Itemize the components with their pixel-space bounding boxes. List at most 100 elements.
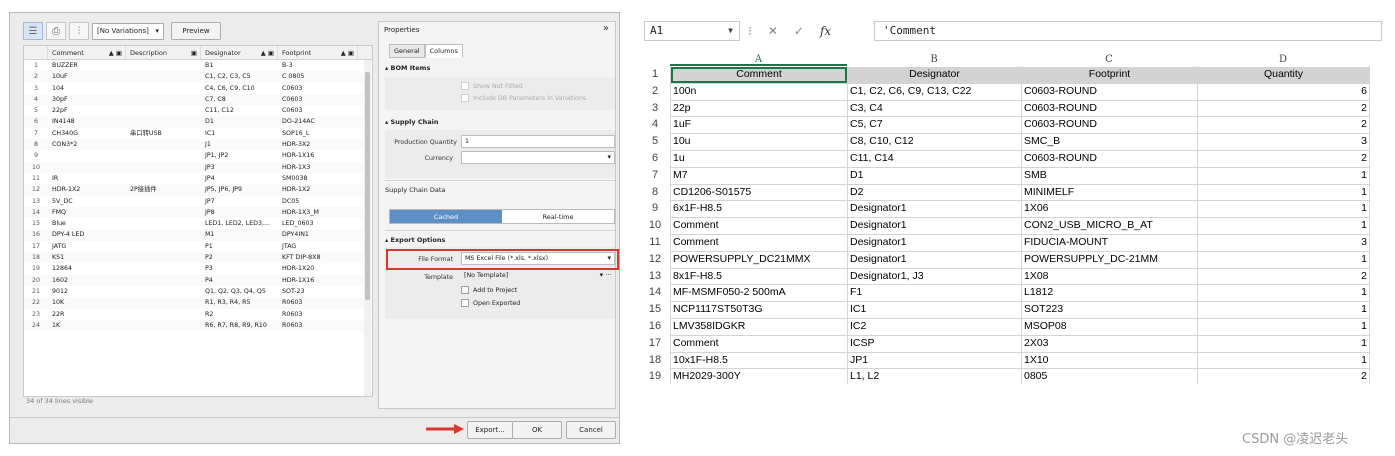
- sheet-cell[interactable]: 2: [1198, 151, 1369, 167]
- cancel-icon[interactable]: ✕: [768, 24, 778, 38]
- table-row[interactable]: 13 5V_DC JP7 DC05: [24, 196, 372, 207]
- enter-icon[interactable]: ✓: [794, 24, 804, 38]
- sheet-cell[interactable]: 1: [1198, 353, 1369, 369]
- sheet-cell[interactable]: 1: [1198, 218, 1369, 234]
- tab-columns[interactable]: Columns: [424, 44, 463, 58]
- export-button[interactable]: Export...: [467, 421, 513, 439]
- table-row[interactable]: 2 10uF C1, C2, C3, C5 C 0805: [24, 71, 372, 83]
- sheet-cell[interactable]: ICSP: [848, 336, 1021, 352]
- table-row[interactable]: 11 IR JP4 SM0038: [24, 173, 372, 184]
- sheet-cell[interactable]: D2: [848, 185, 1021, 201]
- sheet-cell[interactable]: 6x1F-H8.5: [671, 201, 847, 217]
- include-db-checkbox[interactable]: Include DB Parameters in Variations: [461, 94, 586, 102]
- sheet-cell[interactable]: 1: [1198, 168, 1369, 184]
- sheet-cell[interactable]: 1: [1198, 252, 1369, 268]
- row-header[interactable]: 5: [640, 133, 670, 150]
- sheet-cell[interactable]: 0805: [1022, 369, 1197, 384]
- table-row[interactable]: 7 CH340G 串口转USB IC1 SOP16_L: [24, 128, 372, 139]
- table-row[interactable]: 21 9012 Q1, Q2, Q3, Q4, Q5 SOT-23: [24, 286, 372, 297]
- sheet-cell[interactable]: C1, C2, C6, C9, C13, C22: [848, 84, 1021, 100]
- sheet-cell[interactable]: MF-MSMF050-2 500mA: [671, 285, 847, 301]
- table-row[interactable]: 16 DPY-4 LED M1 DPY4IN1: [24, 229, 372, 241]
- row-header[interactable]: 13: [640, 268, 670, 285]
- table-row[interactable]: 9 JP1, JP2 HDR-1X16: [24, 150, 372, 161]
- sheet-cell[interactable]: IC1: [848, 302, 1021, 318]
- column-header-a[interactable]: A: [670, 53, 847, 66]
- table-row[interactable]: 6 IN4148 D1 DO-214AC: [24, 116, 372, 128]
- more-icon[interactable]: ▾ ···: [600, 270, 612, 281]
- tab-general[interactable]: General: [389, 44, 425, 58]
- row-header[interactable]: 19: [640, 368, 670, 384]
- show-not-fitted-checkbox[interactable]: Show Not Fitted: [461, 82, 523, 90]
- sheet-cell[interactable]: C5, C7: [848, 117, 1021, 133]
- sheet-cell[interactable]: 1: [1198, 302, 1369, 318]
- sheet-cell[interactable]: Comment: [671, 67, 847, 83]
- sheet-cell[interactable]: C0603-ROUND: [1022, 101, 1197, 117]
- table-row[interactable]: 22 10K R1, R3, R4, R5 R0603: [24, 297, 372, 309]
- column-header-c[interactable]: C: [1021, 53, 1197, 66]
- sheet-cell[interactable]: 1: [1198, 185, 1369, 201]
- col-description-header[interactable]: Description ▣: [126, 46, 201, 59]
- row-header[interactable]: 1: [640, 66, 670, 83]
- sheet-cell[interactable]: Comment: [671, 218, 847, 234]
- table-row[interactable]: 3 104 C4, C6, C9, C10 C0603: [24, 83, 372, 94]
- row-header[interactable]: 14: [640, 284, 670, 301]
- sheet-cell[interactable]: MINIMELF: [1022, 185, 1197, 201]
- sheet-cell[interactable]: CD1206-S01575: [671, 185, 847, 201]
- sheet-cell[interactable]: POWERSUPPLY_DC-21MM: [1022, 252, 1197, 268]
- function-icon[interactable]: fx: [820, 24, 831, 38]
- grid-view-icon[interactable]: ☰: [23, 22, 43, 40]
- sheet-cell[interactable]: 2X03: [1022, 336, 1197, 352]
- sheet-cell[interactable]: 10u: [671, 134, 847, 150]
- section-supply-chain[interactable]: ▴ Supply Chain: [385, 118, 439, 126]
- sheet-cell[interactable]: SOT223: [1022, 302, 1197, 318]
- sheet-cell[interactable]: Designator1: [848, 201, 1021, 217]
- sheet-cell[interactable]: 1: [1198, 201, 1369, 217]
- sheet-cell[interactable]: JP1: [848, 353, 1021, 369]
- sheet-cell[interactable]: MH2029-300Y: [671, 369, 847, 384]
- file-format-dropdown[interactable]: MS Excel File (*.xls, *.xlsx) ▾: [461, 252, 615, 265]
- sheet-cell[interactable]: IC2: [848, 319, 1021, 335]
- chevron-down-icon[interactable]: ▼: [728, 22, 733, 40]
- sheet-cell[interactable]: M7: [671, 168, 847, 184]
- currency-dropdown[interactable]: ▾: [461, 151, 615, 164]
- sheet-cell[interactable]: FIDUCIA-MOUNT: [1022, 235, 1197, 251]
- sheet-cell[interactable]: L1, L2: [848, 369, 1021, 384]
- table-row[interactable]: 4 30pF C7, C8 C0603: [24, 93, 372, 106]
- formula-input[interactable]: 'Comment: [874, 21, 1382, 41]
- sheet-cell[interactable]: Designator1: [848, 252, 1021, 268]
- row-header[interactable]: 6: [640, 150, 670, 167]
- row-header[interactable]: 17: [640, 335, 670, 352]
- row-header[interactable]: 10: [640, 217, 670, 234]
- col-designator-header[interactable]: Designator ▲ ▣: [201, 46, 278, 59]
- sheet-cell[interactable]: Quantity: [1198, 67, 1369, 83]
- table-row[interactable]: 19 12864 P3 HDR-1X20: [24, 263, 372, 274]
- sheet-cell[interactable]: NCP1117ST50T3G: [671, 302, 847, 318]
- row-header[interactable]: 2: [640, 83, 670, 100]
- sheet-cell[interactable]: 1X08: [1022, 269, 1197, 285]
- col-comment-header[interactable]: Comment ▲ ▣: [48, 46, 126, 59]
- sheet-cell[interactable]: CON2_USB_MICRO_B_AT: [1022, 218, 1197, 234]
- table-row[interactable]: 5 22pF C11, C12 C0603: [24, 105, 372, 116]
- sheet-cell[interactable]: SMC_B: [1022, 134, 1197, 150]
- column-header-b[interactable]: B: [847, 53, 1021, 66]
- section-export-options[interactable]: ▴ Export Options: [385, 236, 445, 244]
- table-row[interactable]: 18 KS1 P2 KFT DIP-8X8: [24, 252, 372, 264]
- sheet-cell[interactable]: 1X06: [1022, 201, 1197, 217]
- sheet-cell[interactable]: Designator1, J3: [848, 269, 1021, 285]
- sheet-cell[interactable]: 22p: [671, 101, 847, 117]
- sheet-cell[interactable]: 2: [1198, 369, 1369, 384]
- column-header-d[interactable]: D: [1197, 53, 1369, 66]
- realtime-option[interactable]: Real-time: [502, 210, 614, 223]
- table-row[interactable]: 1 BUZZER B1 B-3: [24, 60, 372, 71]
- sheet-cell[interactable]: POWERSUPPLY_DC21MMX: [671, 252, 847, 268]
- ok-button[interactable]: OK: [512, 421, 562, 439]
- table-row[interactable]: 10 JP3 HDR-1X3: [24, 161, 372, 173]
- sheet-cell[interactable]: Footprint: [1022, 67, 1197, 83]
- sheet-cell[interactable]: C8, C10, C12: [848, 134, 1021, 150]
- row-header[interactable]: 11: [640, 234, 670, 251]
- open-exported-checkbox[interactable]: Open Exported: [461, 299, 520, 307]
- sheet-cell[interactable]: MSOP08: [1022, 319, 1197, 335]
- sheet-cell[interactable]: D1: [848, 168, 1021, 184]
- sheet-cell[interactable]: 1: [1198, 285, 1369, 301]
